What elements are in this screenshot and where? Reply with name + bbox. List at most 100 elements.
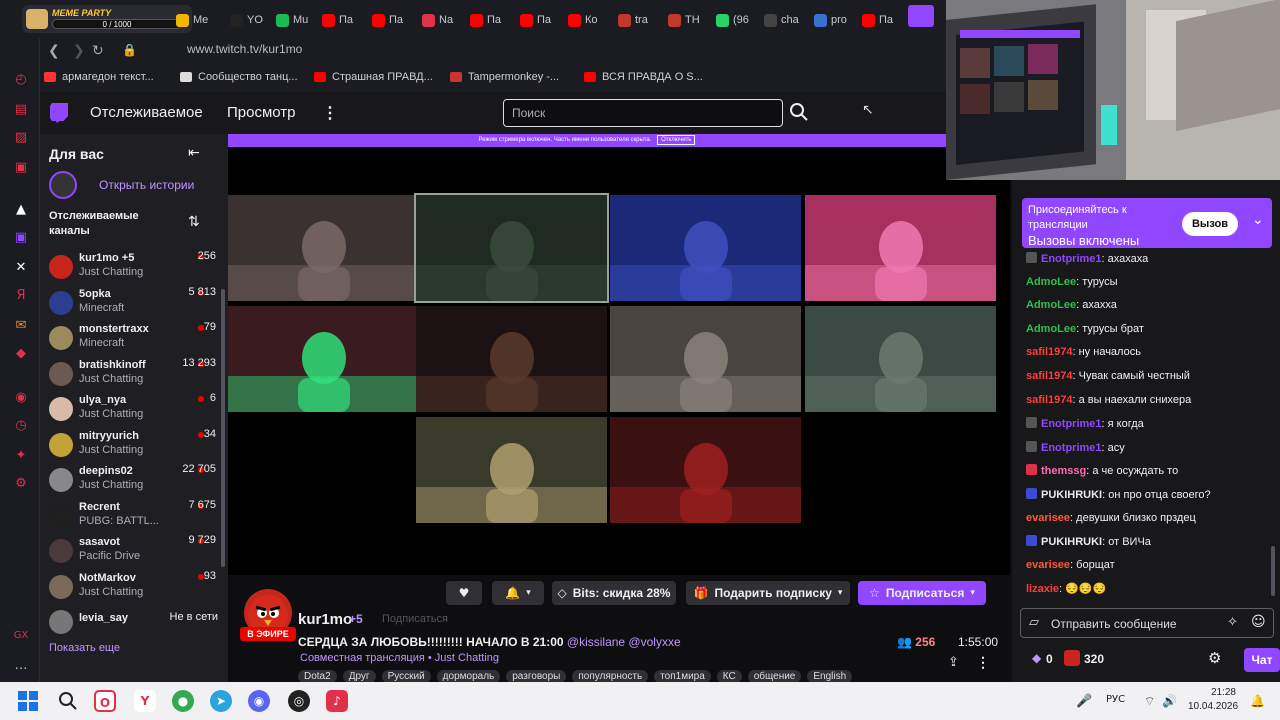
- chat-message[interactable]: lizaxie: 😔😔😔: [1026, 582, 1106, 595]
- bits-icon[interactable]: ◆: [1032, 651, 1041, 665]
- twitch-logo-icon[interactable]: [50, 103, 68, 123]
- followed-channel[interactable]: monstertraxx Minecraft 79: [49, 321, 224, 357]
- chat-username[interactable]: safil1974: [1026, 370, 1072, 382]
- collab-count[interactable]: +5: [349, 612, 363, 626]
- chrome-icon[interactable]: ●: [172, 690, 194, 712]
- arrow-icon[interactable]: ▲: [13, 202, 29, 218]
- stream-mentions[interactable]: @kissilane @volyxxe: [567, 635, 681, 649]
- browser-tab[interactable]: Па: [862, 10, 893, 30]
- bag-icon[interactable]: ▤: [13, 102, 29, 118]
- chevron-down-icon[interactable]: ⌄: [1252, 212, 1264, 228]
- notifications-button[interactable]: 🔔 ▾: [492, 581, 544, 605]
- more-menu-icon[interactable]: ⋮: [322, 103, 338, 123]
- language-indicator[interactable]: РУС: [1106, 694, 1125, 705]
- nav-browse[interactable]: Просмотр: [227, 104, 296, 121]
- chat-username[interactable]: Enotprime1: [1041, 442, 1102, 454]
- reload-icon[interactable]: ↻: [92, 43, 104, 59]
- chat-username[interactable]: AdmoLee: [1026, 299, 1076, 311]
- subscribe-button[interactable]: ☆ Подписаться ▾: [858, 581, 986, 605]
- streamer-name[interactable]: kur1mo: [298, 611, 352, 628]
- browser-tab[interactable]: YO: [230, 10, 263, 30]
- participant-video[interactable]: [228, 195, 419, 301]
- microphone-icon[interactable]: 🎤: [1076, 694, 1092, 709]
- chat-message[interactable]: evarisee: борщат: [1026, 559, 1115, 571]
- chat-message[interactable]: PUKIHRUKI: он про отца своего?: [1026, 488, 1211, 501]
- followed-channel[interactable]: deepins02 Just Chatting 22 705: [49, 463, 224, 499]
- active-twitch-tab[interactable]: [908, 5, 934, 27]
- forward-icon[interactable]: ❯: [73, 43, 85, 59]
- emote-icon[interactable]: ☺: [1251, 614, 1266, 630]
- chat-username[interactable]: PUKIHRUKI: [1041, 489, 1102, 501]
- player-icon[interactable]: ◉: [13, 390, 29, 406]
- sort-icon[interactable]: ⇅: [188, 214, 200, 230]
- collab-call-button[interactable]: Вызов: [1182, 212, 1238, 236]
- chat-send-button[interactable]: Чат: [1244, 648, 1280, 672]
- streamer-mode-off-button[interactable]: Отключить: [657, 135, 696, 145]
- channel-points-icon[interactable]: [1064, 650, 1080, 666]
- clock[interactable]: 21:28 10.04.2026: [1188, 686, 1238, 714]
- open-stories-link[interactable]: Открыть истории: [99, 178, 194, 192]
- collapse-icon[interactable]: ⇤: [188, 145, 200, 161]
- chat-username[interactable]: AdmoLee: [1026, 276, 1076, 288]
- chat-message[interactable]: Enotprime1: ахахаха: [1026, 252, 1148, 265]
- share-icon[interactable]: ⇪: [948, 655, 959, 670]
- followed-channel[interactable]: mitryyurich Just Chatting 34: [49, 428, 224, 464]
- x-icon[interactable]: ✕: [13, 260, 29, 276]
- chat-message[interactable]: themssg: а че осуждать то: [1026, 464, 1178, 477]
- search-icon[interactable]: [788, 101, 810, 123]
- chat-username[interactable]: PUKIHRUKI: [1041, 536, 1102, 548]
- bookmark-item[interactable]: Страшная ПРАВД...: [314, 71, 433, 83]
- windows-start-icon[interactable]: [18, 691, 38, 711]
- mail-icon[interactable]: ▣: [13, 160, 29, 176]
- tiktok-icon[interactable]: ♪: [326, 690, 348, 712]
- chat-message[interactable]: AdmoLee: турусы: [1026, 276, 1118, 288]
- browser-tab[interactable]: Па: [322, 10, 353, 30]
- browser-tab[interactable]: Mu: [276, 10, 308, 30]
- participant-video[interactable]: [805, 306, 996, 412]
- gx-icon[interactable]: GX: [13, 630, 29, 646]
- back-icon[interactable]: ❮: [48, 43, 60, 59]
- gear-icon[interactable]: ⚙: [1208, 649, 1221, 667]
- wifi-icon[interactable]: ⌔: [1144, 694, 1155, 709]
- browser-tab[interactable]: Па: [470, 10, 501, 30]
- follow-heart-button[interactable]: ♥: [446, 581, 482, 605]
- participant-video[interactable]: [416, 306, 607, 412]
- followed-channel[interactable]: bratishkinoff Just Chatting 13 293: [49, 357, 224, 393]
- chat-username[interactable]: evarisee: [1026, 559, 1070, 571]
- following-status[interactable]: Подписаться: [382, 613, 448, 625]
- browser-tab[interactable]: Па: [372, 10, 403, 30]
- url-field[interactable]: www.twitch.tv/kur1mo: [187, 42, 302, 56]
- bookmark-item[interactable]: армагедон текст...: [44, 71, 154, 83]
- chat-username[interactable]: safil1974: [1026, 346, 1072, 358]
- app-icon[interactable]: ◆: [13, 346, 29, 362]
- telegram-icon[interactable]: ➤: [210, 690, 232, 712]
- chat-scrollbar[interactable]: [1271, 546, 1275, 596]
- chat-username[interactable]: safil1974: [1026, 394, 1072, 406]
- browser-tab[interactable]: Na: [422, 10, 453, 30]
- browser-tab[interactable]: (96: [716, 10, 749, 30]
- sidenav-scrollbar[interactable]: [221, 289, 225, 567]
- chat-username[interactable]: themssg: [1041, 465, 1086, 477]
- participant-video[interactable]: [414, 193, 609, 303]
- bookmark-item[interactable]: ВСЯ ПРАВДА О S...: [584, 71, 703, 83]
- participant-video[interactable]: [805, 195, 996, 301]
- browser-tab[interactable]: cha: [764, 10, 799, 30]
- yandex-browser-icon[interactable]: Y: [134, 690, 156, 712]
- participant-video[interactable]: [610, 417, 801, 523]
- followed-channel[interactable]: kur1mo +5 Just Chatting 256: [49, 250, 224, 286]
- meme-party-widget[interactable]: MEME PARTY 0 / 1000: [22, 5, 192, 33]
- opera-gx-icon[interactable]: O: [94, 690, 116, 712]
- chat-input[interactable]: ▱ Отправить сообщение ✧ ☺: [1020, 608, 1274, 638]
- stream-category[interactable]: Совместная трансляция • Just Chatting: [300, 652, 499, 664]
- followed-channel[interactable]: NotMarkov Just Chatting 93: [49, 570, 224, 606]
- chat-message[interactable]: Enotprime1: я когда: [1026, 417, 1144, 430]
- bits-button[interactable]: ◇ Bits: скидка 28%: [552, 581, 676, 605]
- chat-message[interactable]: Enotprime1: асу: [1026, 440, 1125, 454]
- followed-channel[interactable]: ulya_nya Just Chatting 6: [49, 392, 224, 428]
- chat-message[interactable]: PUKIHRUKI: от ВИЧа: [1026, 535, 1151, 548]
- browser-tab[interactable]: pro: [814, 10, 847, 30]
- chat-username[interactable]: Enotprime1: [1041, 418, 1102, 430]
- history-icon[interactable]: ◴: [13, 72, 29, 88]
- chat-message[interactable]: safil1974: Чувак самый честный: [1026, 370, 1190, 382]
- puzzle-icon[interactable]: ✦: [13, 448, 29, 464]
